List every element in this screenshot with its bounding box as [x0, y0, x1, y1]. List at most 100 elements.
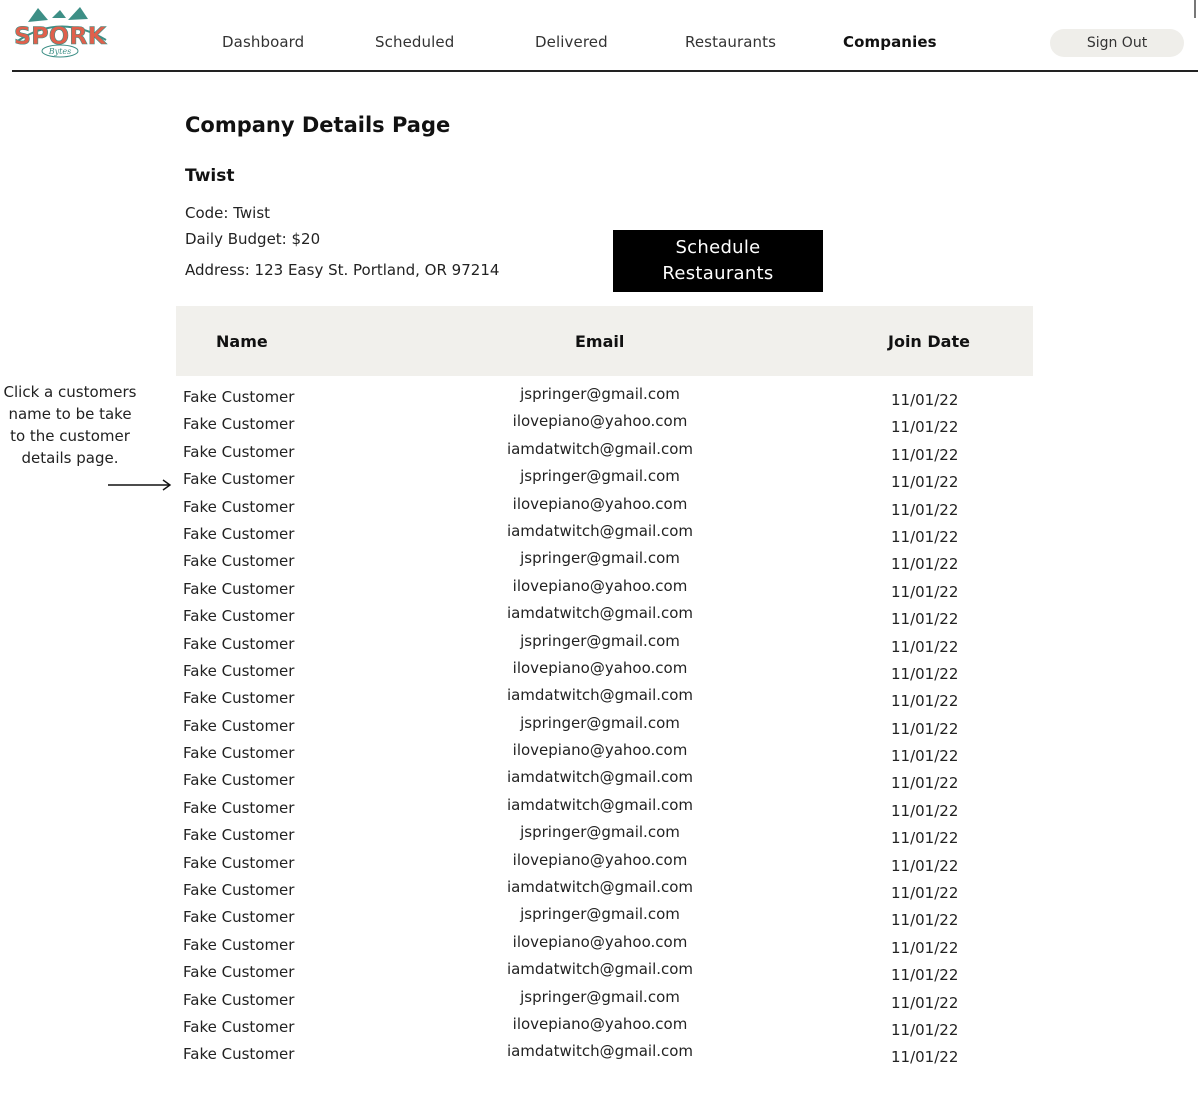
customer-join-date: 11/01/22 — [891, 801, 959, 820]
customer-name-link[interactable]: Fake Customer — [183, 525, 294, 543]
customer-join-date: 11/01/22 — [891, 664, 959, 683]
customer-name-link[interactable]: Fake Customer — [183, 826, 294, 844]
nav-companies[interactable]: Companies — [843, 33, 937, 51]
customer-email: ilovepiano@yahoo.com — [512, 494, 688, 513]
company-address: Address: 123 Easy St. Portland, OR 97214 — [185, 261, 500, 279]
customer-join-date: 11/01/22 — [891, 1048, 959, 1067]
customer-name-link[interactable]: Fake Customer — [183, 854, 294, 872]
company-name: Twist — [185, 166, 235, 186]
customer-email: ilovepiano@yahoo.com — [512, 412, 688, 431]
customer-join-date: 11/01/22 — [891, 884, 959, 903]
customer-name-link[interactable]: Fake Customer — [183, 662, 294, 680]
table-row: Fake Customer jspringer@gmail.com 11/01/22 — [0, 987, 1198, 1014]
table-row: Fake Customer iamdatwitch@gmail.com 11/01/… — [0, 603, 1198, 630]
nav-scheduled[interactable]: Scheduled — [375, 33, 454, 51]
customer-name-link[interactable]: Fake Customer — [183, 415, 294, 433]
customer-table-body: Fake Customer jspringer@gmail.com 11/01/22… — [0, 384, 1198, 1069]
customer-name-link[interactable]: Fake Customer — [183, 936, 294, 954]
customer-name-link[interactable]: Fake Customer — [183, 963, 294, 981]
table-row: Fake Customer jspringer@gmail.com 11/01/22 — [0, 631, 1198, 658]
customer-email: iamdatwitch@gmail.com — [506, 521, 694, 540]
table-row: Fake Customer jspringer@gmail.com 11/01/22 — [0, 384, 1198, 411]
customer-join-date: 11/01/22 — [891, 445, 959, 464]
table-row: Fake Customer jspringer@gmail.com 11/01/22 — [0, 466, 1198, 493]
customer-join-date: 11/01/22 — [891, 1020, 959, 1039]
customer-name-link[interactable]: Fake Customer — [183, 443, 294, 461]
table-row: Fake Customer ilovepiano@yahoo.com 11/01/2… — [0, 494, 1198, 521]
arrow-right-icon — [108, 479, 172, 491]
edge-divider — [1194, 0, 1196, 18]
customer-name-link[interactable]: Fake Customer — [183, 1045, 294, 1063]
customer-email: iamdatwitch@gmail.com — [506, 604, 694, 623]
customer-name-link[interactable]: Fake Customer — [183, 580, 294, 598]
table-row: Fake Customer iamdatwitch@gmail.com 11/01/… — [0, 767, 1198, 794]
customer-name-link[interactable]: Fake Customer — [183, 799, 294, 817]
table-row: Fake Customer iamdatwitch@gmail.com 11/01/… — [0, 685, 1198, 712]
customer-join-date: 11/01/22 — [891, 993, 959, 1012]
table-row: Fake Customer ilovepiano@yahoo.com 11/01/2… — [0, 411, 1198, 438]
table-row: Fake Customer jspringer@gmail.com 11/01/22 — [0, 822, 1198, 849]
annotation-note: Click a customers name to be take to the… — [3, 383, 137, 467]
customer-name-link[interactable]: Fake Customer — [183, 1018, 294, 1036]
customer-email: ilovepiano@yahoo.com — [512, 1014, 688, 1033]
customer-email: jspringer@gmail.com — [520, 987, 680, 1006]
customer-email: ilovepiano@yahoo.com — [512, 850, 688, 869]
customer-join-date: 11/01/22 — [891, 692, 959, 711]
customer-name-link[interactable]: Fake Customer — [183, 552, 294, 570]
table-row: Fake Customer ilovepiano@yahoo.com 11/01/2… — [0, 658, 1198, 685]
customer-join-date: 11/01/22 — [891, 391, 959, 409]
table-row: Fake Customer iamdatwitch@gmail.com 11/01/… — [0, 1041, 1198, 1068]
customer-email: ilovepiano@yahoo.com — [512, 576, 688, 595]
customer-name-link[interactable]: Fake Customer — [183, 991, 294, 1009]
customer-name-link[interactable]: Fake Customer — [183, 717, 294, 735]
customer-email: jspringer@gmail.com — [520, 823, 680, 842]
table-row: Fake Customer ilovepiano@yahoo.com 11/01/2… — [0, 850, 1198, 877]
table-row: Fake Customer ilovepiano@yahoo.com 11/01/2… — [0, 740, 1198, 767]
customer-email: jspringer@gmail.com — [520, 385, 680, 403]
nav-delivered[interactable]: Delivered — [535, 33, 608, 51]
customer-join-date: 11/01/22 — [891, 418, 959, 437]
customer-name-link[interactable]: Fake Customer — [183, 689, 294, 707]
table-row: Fake Customer iamdatwitch@gmail.com 11/01/… — [0, 795, 1198, 822]
table-row: Fake Customer ilovepiano@yahoo.com 11/01/2… — [0, 1014, 1198, 1041]
customer-email: iamdatwitch@gmail.com — [506, 1042, 694, 1061]
customer-email: ilovepiano@yahoo.com — [512, 932, 688, 951]
customer-name-link[interactable]: Fake Customer — [183, 881, 294, 899]
customer-join-date: 11/01/22 — [891, 500, 959, 519]
customer-name-link[interactable]: Fake Customer — [183, 771, 294, 789]
sign-out-button[interactable]: Sign Out — [1050, 29, 1184, 57]
customer-join-date: 11/01/22 — [891, 829, 959, 848]
customer-name-link[interactable]: Fake Customer — [183, 388, 294, 406]
customer-email: jspringer@gmail.com — [520, 631, 680, 650]
table-row: Fake Customer iamdatwitch@gmail.com 11/01/… — [0, 959, 1198, 986]
customer-join-date: 11/01/22 — [891, 610, 959, 629]
customer-email: ilovepiano@yahoo.com — [512, 658, 688, 677]
customer-name-link[interactable]: Fake Customer — [183, 498, 294, 516]
customer-name-link[interactable]: Fake Customer — [183, 635, 294, 653]
customer-join-date: 11/01/22 — [891, 966, 959, 985]
customer-name-link[interactable]: Fake Customer — [183, 607, 294, 625]
schedule-restaurants-button[interactable]: Schedule Restaurants — [613, 230, 823, 292]
customer-email: jspringer@gmail.com — [520, 467, 680, 486]
company-code: Code: Twist — [185, 204, 271, 222]
nav-dashboard[interactable]: Dashboard — [222, 33, 304, 51]
customer-email: iamdatwitch@gmail.com — [506, 768, 694, 787]
svg-text:Bytes: Bytes — [48, 47, 71, 56]
customer-join-date: 11/01/22 — [891, 938, 959, 957]
customer-name-link[interactable]: Fake Customer — [183, 744, 294, 762]
customer-email: iamdatwitch@gmail.com — [506, 878, 694, 897]
customer-join-date: 11/01/22 — [891, 774, 959, 793]
customer-email: jspringer@gmail.com — [520, 905, 680, 924]
customer-name-link[interactable]: Fake Customer — [183, 908, 294, 926]
page-title: Company Details Page — [185, 113, 451, 137]
header-divider — [12, 70, 1198, 72]
customer-join-date: 11/01/22 — [891, 911, 959, 930]
customer-join-date: 11/01/22 — [891, 473, 959, 492]
customer-name-link[interactable]: Fake Customer — [183, 470, 294, 488]
nav-restaurants[interactable]: Restaurants — [685, 33, 776, 51]
table-row: Fake Customer iamdatwitch@gmail.com 11/01/… — [0, 439, 1198, 466]
customer-join-date: 11/01/22 — [891, 555, 959, 574]
spork-logo[interactable]: SPORK Bytes — [8, 4, 112, 62]
table-header: Name Email Join Date — [176, 306, 1033, 376]
column-header-name: Name — [216, 332, 268, 351]
